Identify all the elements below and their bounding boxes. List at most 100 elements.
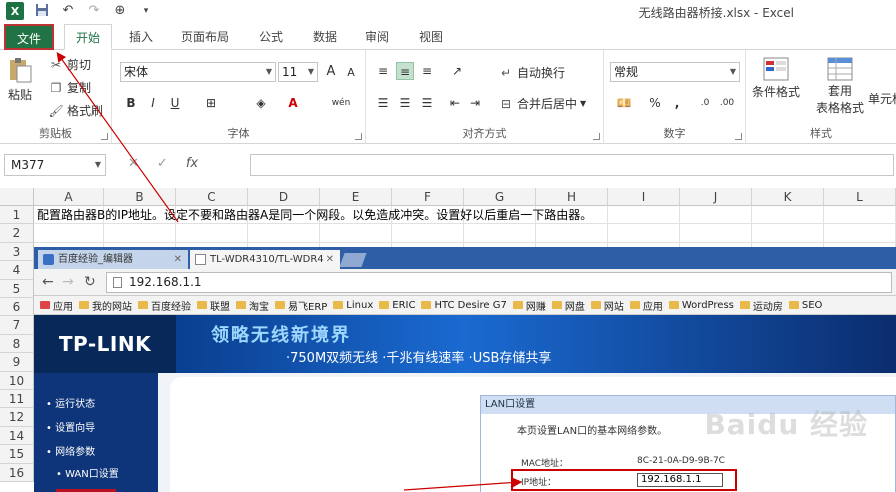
bookmark-item: ERIC bbox=[379, 300, 415, 311]
tab-formulas[interactable]: 公式 bbox=[248, 24, 294, 50]
row-header-10[interactable]: 10 bbox=[0, 371, 34, 390]
column-header-l[interactable]: L bbox=[824, 188, 896, 206]
tplink-banner: TP-LINK 领略无线新境界 ·750M双频无线 ·千兆有线速率 ·USB存储… bbox=[34, 315, 896, 373]
browser-address-bar: ← → ↻ 192.168.1.1 bbox=[34, 269, 896, 296]
column-header-j[interactable]: J bbox=[680, 188, 752, 206]
alignment-launcher-icon[interactable] bbox=[593, 133, 600, 140]
fill-color-icon[interactable]: ◈ bbox=[252, 94, 270, 112]
tab-page-layout[interactable]: 页面布局 bbox=[172, 24, 238, 50]
align-middle-icon[interactable]: ≡ bbox=[396, 62, 414, 80]
cut-button[interactable]: ✂ 剪切 bbox=[48, 56, 91, 73]
name-box-value: M377 bbox=[11, 158, 45, 172]
font-color-icon[interactable]: A bbox=[284, 94, 302, 112]
column-header-f[interactable]: F bbox=[392, 188, 464, 206]
row-header-6[interactable]: 6 bbox=[0, 298, 34, 317]
title-bar: X ↶ ↷ ⊕ ▾ 无线路由器桥接.xlsx - Excel bbox=[0, 0, 896, 24]
font-size-combo[interactable]: 11 ▼ bbox=[278, 62, 318, 82]
formula-input[interactable] bbox=[250, 154, 894, 176]
underline-button[interactable]: U bbox=[166, 94, 184, 112]
comma-button[interactable]: , bbox=[668, 94, 686, 112]
folder-icon bbox=[668, 301, 679, 309]
column-header-b[interactable]: B bbox=[104, 188, 176, 206]
align-top-icon[interactable]: ≡ bbox=[374, 62, 392, 80]
increase-decimal-icon[interactable]: .0 bbox=[696, 94, 714, 112]
row-header-2[interactable]: 2 bbox=[0, 224, 34, 243]
bold-button[interactable]: B bbox=[122, 94, 140, 112]
clipboard-group: 粘贴 ✂ 剪切 ❐ 复制 🖌 格式刷 剪贴板 bbox=[0, 50, 112, 144]
tab-insert[interactable]: 插入 bbox=[118, 24, 164, 50]
tab-data[interactable]: 数据 bbox=[302, 24, 348, 50]
row-header-1[interactable]: 1 bbox=[0, 206, 34, 225]
column-header-i[interactable]: I bbox=[608, 188, 680, 206]
column-header-g[interactable]: G bbox=[464, 188, 536, 206]
cancel-icon[interactable]: ✕ bbox=[128, 156, 139, 171]
italic-button[interactable]: I bbox=[144, 94, 162, 112]
tab-review[interactable]: 审阅 bbox=[354, 24, 400, 50]
align-center-icon[interactable]: ☰ bbox=[396, 94, 414, 112]
back-arrow-icon: ← bbox=[42, 274, 54, 290]
wrap-text-button[interactable]: ↵ 自动换行 bbox=[498, 64, 565, 81]
column-header-a[interactable]: A bbox=[34, 188, 104, 206]
banner-slogan: 领略无线新境界 bbox=[211, 325, 351, 346]
decrease-indent-icon[interactable]: ⇤ bbox=[446, 94, 464, 112]
number-format-combo[interactable]: 常规 ▼ bbox=[610, 62, 740, 82]
clipboard-launcher-icon[interactable] bbox=[101, 133, 108, 140]
page-icon bbox=[195, 254, 206, 265]
format-painter-button[interactable]: 🖌 格式刷 bbox=[48, 102, 103, 119]
row-header-5[interactable]: 5 bbox=[0, 279, 34, 298]
grow-font-button[interactable]: A bbox=[322, 63, 340, 81]
folder-icon bbox=[739, 301, 750, 309]
clipboard-group-label: 剪贴板 bbox=[39, 127, 72, 140]
row-header-8[interactable]: 8 bbox=[0, 334, 34, 354]
copy-button[interactable]: ❐ 复制 bbox=[48, 79, 91, 96]
column-header-e[interactable]: E bbox=[320, 188, 392, 206]
cell-a1[interactable]: 配置路由器B的IP地址。设定不要和路由器A是同一个网段。以免造成冲突。设置好以后… bbox=[37, 207, 592, 224]
tab-home[interactable]: 开始 bbox=[64, 24, 112, 50]
row-header-4[interactable]: 4 bbox=[0, 261, 34, 280]
column-header-c[interactable]: C bbox=[176, 188, 248, 206]
enter-icon[interactable]: ✓ bbox=[157, 156, 168, 171]
name-box[interactable]: M377 ▼ bbox=[4, 154, 106, 176]
tab-file[interactable]: 文件 bbox=[4, 24, 54, 50]
row-header-14[interactable]: 14 bbox=[0, 426, 34, 446]
align-left-icon[interactable]: ☰ bbox=[374, 94, 392, 112]
paste-button[interactable]: 粘贴 bbox=[6, 56, 34, 103]
select-all-corner[interactable] bbox=[0, 188, 34, 206]
increase-indent-icon[interactable]: ⇥ bbox=[466, 94, 484, 112]
accounting-icon[interactable]: 💴 bbox=[612, 94, 636, 112]
merge-center-button[interactable]: ⊟ 合并后居中 ▼ bbox=[498, 95, 586, 112]
shrink-font-button[interactable]: A bbox=[342, 64, 360, 82]
row-header-16[interactable]: 16 bbox=[0, 463, 34, 482]
percent-button[interactable]: % bbox=[646, 94, 664, 112]
row-header-3[interactable]: 3 bbox=[0, 242, 34, 262]
column-header-d[interactable]: D bbox=[248, 188, 320, 206]
align-right-icon[interactable]: ☰ bbox=[418, 94, 436, 112]
phonetic-button[interactable]: wén bbox=[326, 94, 356, 112]
row-header-12[interactable]: 12 bbox=[0, 408, 34, 427]
decrease-decimal-icon[interactable]: .00 bbox=[718, 94, 736, 112]
column-header-h[interactable]: H bbox=[536, 188, 608, 206]
orientation-icon[interactable]: ↗ bbox=[448, 62, 466, 80]
row-header-11[interactable]: 11 bbox=[0, 390, 34, 409]
row-header-15[interactable]: 15 bbox=[0, 445, 34, 464]
font-name-combo[interactable]: 宋体 ▼ bbox=[120, 62, 276, 82]
bookmark-label: 联盟 bbox=[210, 301, 230, 313]
conditional-format-button[interactable]: 条件格式 bbox=[752, 56, 800, 100]
font-launcher-icon[interactable] bbox=[355, 133, 362, 140]
cell-styles-button[interactable]: 单元格 bbox=[868, 90, 896, 107]
format-as-table-label-1: 套用 bbox=[828, 84, 853, 98]
font-name-value: 宋体 bbox=[124, 65, 149, 79]
bookmark-label: 应用 bbox=[53, 301, 73, 313]
insert-function-icon[interactable]: fx bbox=[186, 156, 198, 171]
row-header-9[interactable]: 9 bbox=[0, 353, 34, 372]
align-bottom-icon[interactable]: ≡ bbox=[418, 62, 436, 80]
border-icon[interactable]: ⊞ bbox=[202, 94, 220, 112]
bookmark-label: 网赚 bbox=[525, 301, 546, 313]
embedded-browser-screenshot[interactable]: 百度经验_编辑器 ✕ TL-WDR4310/TL-WDR4 ✕ ← → ↻ 19… bbox=[34, 247, 896, 492]
bookmark-item: 网赚 bbox=[512, 298, 546, 313]
number-launcher-icon[interactable] bbox=[735, 133, 742, 140]
format-as-table-button[interactable]: 套用 表格格式 bbox=[816, 56, 864, 116]
column-header-k[interactable]: K bbox=[752, 188, 824, 206]
row-header-7[interactable]: 7 bbox=[0, 316, 34, 335]
tab-view[interactable]: 视图 bbox=[408, 24, 454, 50]
